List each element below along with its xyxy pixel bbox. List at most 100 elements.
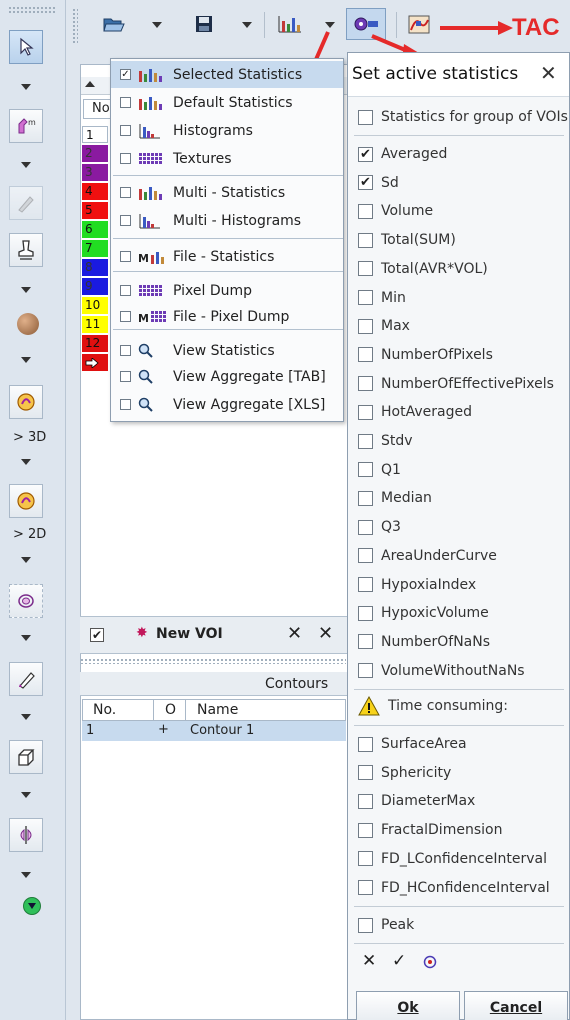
menu-item-checkbox[interactable] [120,371,131,382]
contours-col-no[interactable]: No. [93,702,116,718]
menu-item-checkbox[interactable] [120,97,131,108]
voi-row[interactable]: 8 [82,259,108,276]
statistic-checkbox[interactable] [358,548,373,564]
voi-row[interactable]: 10 [82,297,108,314]
new-voi-button[interactable]: New VOI [156,626,223,642]
menu-item-checkbox[interactable] [120,251,131,262]
statistic-checkbox[interactable] [358,880,373,895]
menu-item-checkbox[interactable] [120,187,131,198]
menu-item[interactable]: View Aggregate [XLS] [111,391,343,418]
splitter[interactable] [80,656,348,666]
menu-item[interactable]: M File - Pixel Dump [111,303,343,330]
menu-item[interactable]: M File - Statistics [111,243,343,270]
menu-item[interactable]: Default Statistics [111,89,343,116]
pointer-tool-dropdown[interactable] [21,84,31,90]
cancel-button[interactable]: Cancel [464,991,568,1020]
statistic-option[interactable]: DiameterMax [358,791,475,811]
current-voi-marker[interactable] [82,354,108,371]
statistic-checkbox[interactable] [358,203,373,219]
statistic-checkbox[interactable] [358,663,373,679]
statistic-checkbox[interactable] [358,577,373,592]
peak-option[interactable]: Peak [358,915,414,935]
statistic-checkbox[interactable] [358,318,373,334]
voi-visible-checkbox[interactable]: ✔ [90,628,104,642]
delete-all-voi-icon[interactable]: ✕ [318,623,333,644]
statistic-option[interactable]: NumberOfNaNs [358,632,490,652]
statistic-option[interactable]: Stdv [358,431,413,451]
sphere-dropdown[interactable] [21,357,31,363]
deselect-all-icon[interactable]: ✕ [362,951,376,971]
statistic-checkbox[interactable] [358,376,373,392]
menu-item[interactable]: Multi - Statistics [111,179,343,206]
menu-item[interactable]: Multi - Histograms [111,207,343,234]
contour-tool-button[interactable] [9,584,43,618]
open-dropdown[interactable] [152,22,162,28]
voi-row[interactable]: 1 [82,126,108,143]
menu-item-checkbox[interactable]: ✓ [120,69,131,80]
statistic-option[interactable]: NumberOfEffectivePixels [358,374,554,394]
voi-row[interactable]: 12 [82,335,108,352]
statistic-option[interactable]: ✔ Sd [358,173,399,193]
expand-down-icon[interactable] [23,897,41,915]
statistic-option[interactable]: VolumeWithoutNaNs [358,661,525,681]
statistic-checkbox[interactable] [358,765,373,781]
voi-row[interactable]: 11 [82,316,108,333]
voi-row[interactable]: 4 [82,183,108,200]
open-button[interactable] [100,10,128,38]
menu-item[interactable]: View Statistics [111,337,343,364]
region-grow-3d-button[interactable] [9,385,43,419]
statistic-checkbox[interactable]: ✔ [358,175,373,191]
statistic-option[interactable]: Median [358,488,432,508]
menu-item-checkbox[interactable] [120,345,131,356]
statistic-checkbox[interactable] [358,851,373,867]
stamp-dropdown[interactable] [21,287,31,293]
menu-item-checkbox[interactable] [120,153,131,164]
close-icon[interactable]: ✕ [540,61,557,85]
contour-row[interactable]: 1 + Contour 1 [82,721,346,741]
statistic-option[interactable]: Max [358,316,410,336]
statistic-checkbox[interactable] [358,290,373,305]
top-toolbar-grip[interactable] [72,8,78,44]
statistic-checkbox[interactable] [358,519,373,535]
voi-row[interactable]: 7 [82,240,108,257]
box-tool-button[interactable] [9,740,43,774]
statistic-option[interactable]: Min [358,288,406,308]
voi-edit-tool-button[interactable]: m [9,109,43,143]
statistic-checkbox[interactable] [358,490,373,506]
delete-voi-icon[interactable]: ✕ [287,623,302,644]
statistic-option[interactable]: NumberOfPixels [358,345,493,365]
statistic-checkbox[interactable] [358,736,373,752]
pointer-tool-button[interactable] [9,30,43,64]
ok-button[interactable]: Ok [356,991,460,1020]
statistic-checkbox[interactable] [358,634,373,650]
statistic-option[interactable]: FractalDimension [358,820,502,840]
contours-col-o[interactable]: O [165,702,176,718]
menu-item-checkbox[interactable] [120,215,131,226]
menu-item[interactable]: ✓ Selected Statistics [111,61,343,88]
statistic-checkbox[interactable] [358,404,373,420]
column-header-no[interactable]: No [83,99,111,119]
default-selection-icon[interactable] [423,955,437,969]
voi-row[interactable]: 5 [82,202,108,219]
brush-dropdown[interactable] [21,714,31,720]
statistic-checkbox[interactable]: ✔ [358,146,373,162]
statistic-checkbox[interactable] [358,822,373,838]
group-vois-option[interactable]: Statistics for group of VOIs [358,107,568,127]
brush-tool-button[interactable] [9,662,43,696]
statistic-option[interactable]: HypoxicVolume [358,603,489,623]
voi-row[interactable]: 2 [82,145,108,162]
statistic-option[interactable]: HotAveraged [358,402,472,422]
region-grow-2d-button[interactable] [9,484,43,518]
statistic-option[interactable]: Q1 [358,460,401,480]
voi-edit-dropdown[interactable] [21,162,31,168]
region-grow-2d-dropdown[interactable] [21,557,31,563]
select-all-icon[interactable]: ✓ [392,951,406,971]
menu-item[interactable]: Pixel Dump [111,277,343,304]
statistic-option[interactable]: Total(SUM) [358,230,456,250]
statistic-checkbox[interactable] [358,605,373,621]
menu-item[interactable]: Textures [111,145,343,172]
statistic-option[interactable]: SurfaceArea [358,734,467,754]
menu-item[interactable]: View Aggregate [TAB] [111,363,343,390]
statistic-option[interactable]: Q3 [358,517,401,537]
pen-tool-button[interactable] [9,186,43,220]
